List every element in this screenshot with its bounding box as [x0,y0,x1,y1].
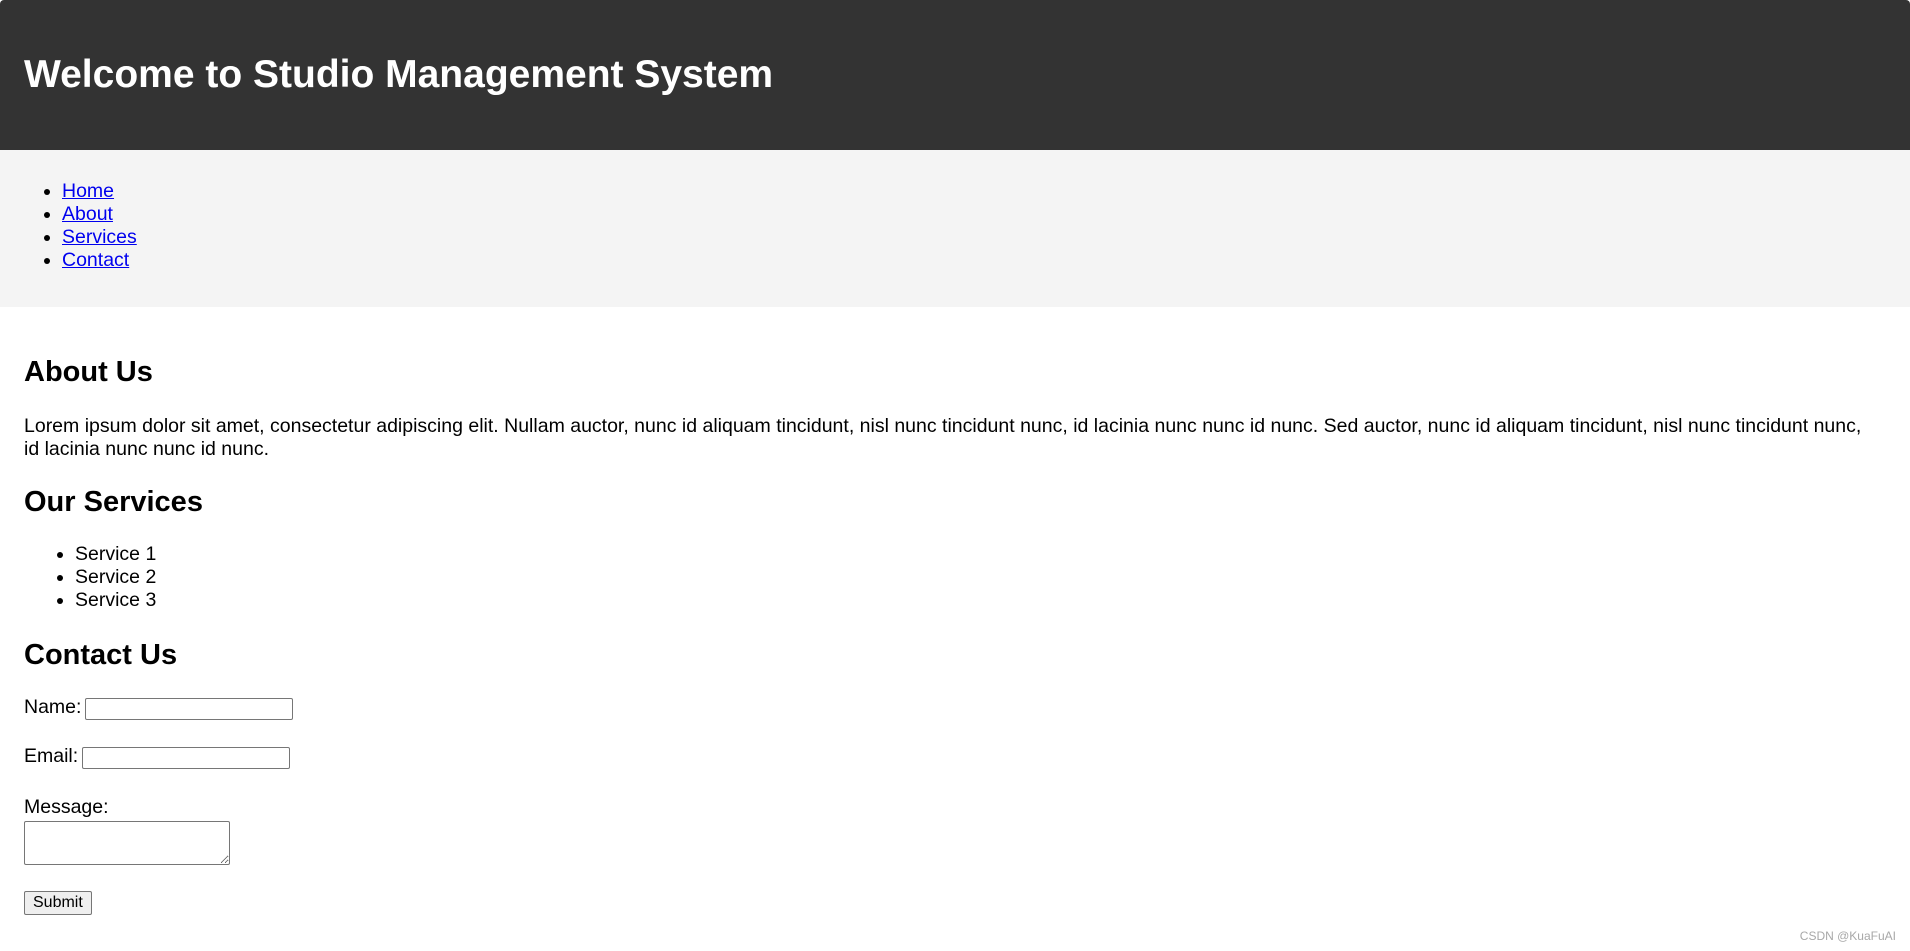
message-label: Message: [24,796,109,818]
about-paragraph: Lorem ipsum dolor sit amet, consectetur … [24,415,1862,460]
services-list: Service 1 Service 2 Service 3 [24,543,156,612]
nav-link-contact[interactable]: Contact [62,249,129,271]
watermark: CSDN @KuaFuAI [1799,929,1896,943]
contact-heading: Contact Us [24,639,178,671]
about-heading: About Us [24,356,153,388]
nav-item-home: Home [62,180,137,203]
nav-item-contact: Contact [62,249,137,272]
email-label: Email: [24,745,79,767]
nav-link-about[interactable]: About [62,203,113,225]
nav-link-services[interactable]: Services [62,226,137,248]
page-title: Welcome to Studio Management System [24,53,774,96]
nav-item-about: About [62,203,137,226]
main-nav: Home About Services Contact [0,150,1910,307]
nav-list: Home About Services Contact [62,180,137,272]
name-row: Name: [24,696,294,720]
page-header: Welcome to Studio Management System [0,0,1910,150]
name-label: Name: [24,696,82,718]
email-input[interactable] [82,746,291,769]
nav-link-home[interactable]: Home [62,180,114,202]
message-row: Message: [24,796,109,819]
service-item: Service 1 [75,543,156,566]
nav-item-services: Services [62,226,137,249]
email-row: Email: [24,745,291,769]
service-item: Service 3 [75,589,156,612]
name-input[interactable] [85,697,294,720]
services-heading: Our Services [24,486,203,518]
submit-button[interactable]: Submit [24,891,92,915]
service-item: Service 2 [75,566,156,589]
message-textarea[interactable] [24,821,230,865]
